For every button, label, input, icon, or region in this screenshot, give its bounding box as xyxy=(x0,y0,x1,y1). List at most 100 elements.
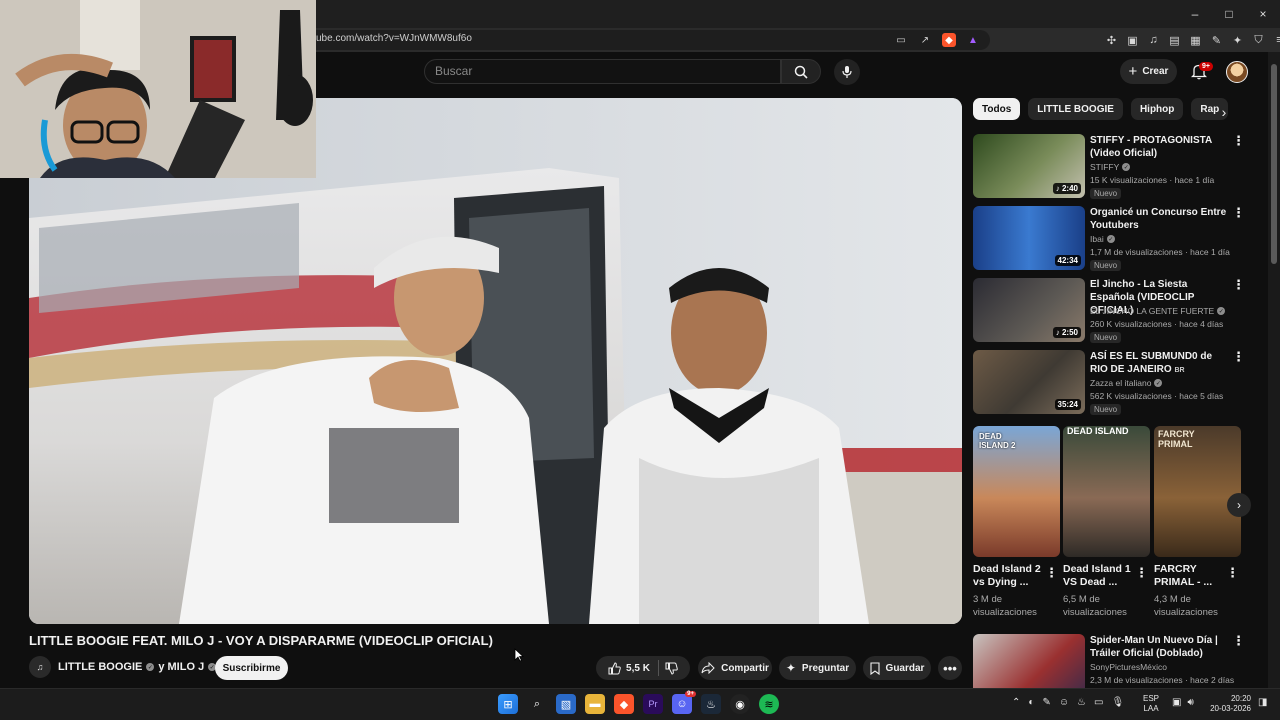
list-item[interactable]: 35:24 ASÍ ES EL SUBMUND0 de RIO DE JANEI… xyxy=(973,350,1258,415)
video-thumbnail[interactable]: ♪ 2:40 xyxy=(973,134,1085,198)
chip-todos[interactable]: Todos xyxy=(973,98,1021,120)
webcam-feed xyxy=(0,0,316,178)
ask-button[interactable]: ✦ Preguntar xyxy=(779,656,856,680)
more-vertical-icon[interactable]: ⋮ xyxy=(1045,565,1058,581)
battery-tray-icon[interactable]: ▭ xyxy=(1094,697,1103,708)
video-thumbnail[interactable]: 35:24 xyxy=(973,350,1085,414)
channel-names[interactable]: LITTLE BOOGIE ✓ y MILO J ✓ xyxy=(58,661,217,673)
puzzle-icon[interactable]: ✣ xyxy=(1105,32,1118,48)
channel-name[interactable]: Zazza el italiano ✓ xyxy=(1090,378,1163,388)
menu-icon[interactable]: ≡ xyxy=(1273,32,1280,48)
page-scrollbar[interactable] xyxy=(1268,52,1280,688)
video-title[interactable]: FARCRY PRIMAL - ... xyxy=(1154,563,1224,589)
save-button[interactable]: Guardar xyxy=(863,656,931,680)
shelf-item[interactable]: FARCRY PRIMAL FARCRY PRIMAL - ... ⋮ 4,3 … xyxy=(1154,426,1241,618)
video-thumbnail[interactable]: FARCRY PRIMAL xyxy=(1154,426,1241,557)
more-vertical-icon[interactable]: ⋮ xyxy=(1232,278,1245,294)
screenshot-icon[interactable]: ▣ xyxy=(1126,32,1139,48)
video-title[interactable]: ASÍ ES EL SUBMUND0 de RIO DE JANEIRO BR xyxy=(1090,350,1230,377)
vpn-icon[interactable]: ⛉ xyxy=(1252,32,1265,48)
channel-name-primary[interactable]: LITTLE BOOGIE xyxy=(58,661,142,673)
video-title[interactable]: Dead Island 1 VS Dead ... xyxy=(1063,563,1133,589)
scrollbar-thumb[interactable] xyxy=(1271,64,1277,264)
sidebar-icon[interactable]: ▤ xyxy=(1168,32,1181,48)
steam-icon[interactable]: ♨ xyxy=(701,694,721,714)
search-input[interactable]: Buscar xyxy=(424,59,781,84)
windows-start-icon[interactable]: ⊞ xyxy=(498,694,518,714)
spotify-icon[interactable]: ≋ xyxy=(759,694,779,714)
music-icon[interactable]: ♫ xyxy=(1147,32,1160,48)
discord-icon[interactable]: ☺ 9+ xyxy=(672,691,696,714)
voice-search-button[interactable] xyxy=(834,59,860,85)
video-thumbnail[interactable]: DEAD ISLAND xyxy=(1063,426,1150,557)
list-item[interactable]: Spider-Man Un Nuevo Día | Tráiler Oficia… xyxy=(973,634,1258,688)
channel-avatar[interactable]: ♫ xyxy=(29,656,51,678)
network-icon[interactable]: ▣ xyxy=(1172,697,1181,708)
like-button[interactable]: 5,5 K xyxy=(608,660,659,676)
channel-name-secondary[interactable]: y MILO J xyxy=(158,661,204,673)
microphone-tray-icon[interactable]: 🎙︎ xyxy=(1111,697,1124,708)
leo-icon[interactable]: ✦ xyxy=(1231,32,1244,48)
video-title[interactable]: Organicé un Concurso Entre Youtubers xyxy=(1090,206,1230,232)
video-thumbnail[interactable]: ♪ 2:50 xyxy=(973,278,1085,342)
app-tray-icon[interactable]: ◐ xyxy=(1028,697,1034,708)
video-title[interactable]: Dead Island 2 vs Dying ... xyxy=(973,563,1043,589)
more-vertical-icon[interactable]: ⋮ xyxy=(1232,206,1245,222)
more-actions-button[interactable]: ••• xyxy=(938,656,962,680)
list-item[interactable]: 42:34 Organicé un Concurso Entre Youtube… xyxy=(973,206,1258,271)
system-clock[interactable]: 20:20 20-03-2026 xyxy=(1205,694,1251,714)
chip-little-boogie[interactable]: LITTLE BOOGIE xyxy=(1028,98,1123,120)
minimize-button[interactable]: – xyxy=(1178,0,1212,28)
steam-tray-icon[interactable]: ♨ xyxy=(1077,697,1086,708)
list-item[interactable]: ♪ 2:50 El Jincho - La Siesta Española (V… xyxy=(973,278,1258,343)
pen-tray-icon[interactable]: ✎ xyxy=(1042,697,1050,708)
gallery-icon[interactable]: ▧ xyxy=(556,694,576,714)
video-title[interactable]: STIFFY - PROTAGONISTA (Video Oficial) xyxy=(1090,134,1230,160)
chevron-up-icon[interactable]: ⌃ xyxy=(1012,697,1020,708)
account-avatar[interactable] xyxy=(1226,61,1248,83)
wallet-icon[interactable]: ▦ xyxy=(1189,32,1202,48)
more-vertical-icon[interactable]: ⋮ xyxy=(1232,134,1245,150)
search-icon[interactable]: ⌕ xyxy=(527,694,547,714)
more-vertical-icon[interactable]: ⋮ xyxy=(1226,565,1239,581)
obs-icon[interactable]: ◉ xyxy=(730,694,750,714)
chevron-right-icon[interactable]: › xyxy=(1214,102,1234,122)
video-thumbnail[interactable]: DEAD ISLAND 2 xyxy=(973,426,1060,557)
search-button[interactable] xyxy=(781,59,821,84)
chip-hiphop[interactable]: Hiphop xyxy=(1130,98,1184,120)
brave-rewards-icon[interactable]: ▲ xyxy=(966,33,980,47)
channel-name[interactable]: SonyPicturesMéxico xyxy=(1090,662,1167,672)
video-title[interactable]: Spider-Man Un Nuevo Día | Tráiler Oficia… xyxy=(1090,634,1230,660)
shelf-item[interactable]: DEAD ISLAND 2 Dead Island 2 vs Dying ...… xyxy=(973,426,1060,618)
channel-name[interactable]: STIFFY ✓ xyxy=(1090,162,1131,172)
subscribe-button[interactable]: Suscribirme xyxy=(215,656,288,680)
channel-name[interactable]: Ibai ✓ xyxy=(1090,234,1115,244)
dislike-button[interactable] xyxy=(665,662,678,675)
input-language[interactable]: ESP LAA xyxy=(1143,694,1159,714)
shelf-next-button[interactable]: › xyxy=(1227,493,1251,517)
share-button[interactable]: Compartir xyxy=(698,656,772,680)
discord-tray-icon[interactable]: ☺ xyxy=(1059,697,1069,708)
video-thumbnail[interactable]: 42:34 xyxy=(973,206,1085,270)
pin-icon[interactable]: ✎ xyxy=(1210,32,1223,48)
more-vertical-icon[interactable]: ⋮ xyxy=(1232,634,1245,650)
create-button[interactable]: + Crear xyxy=(1120,59,1177,84)
shelf-item[interactable]: DEAD ISLAND Dead Island 1 VS Dead ... ⋮ … xyxy=(1063,426,1150,618)
url-text[interactable]: ube.com/watch?v=WJnWMW8uf6o xyxy=(316,33,472,44)
list-item[interactable]: ♪ 2:40 STIFFY - PROTAGONISTA (Video Ofic… xyxy=(973,134,1258,199)
more-vertical-icon[interactable]: ⋮ xyxy=(1232,350,1245,366)
more-vertical-icon[interactable]: ⋮ xyxy=(1135,565,1148,581)
share-page-icon[interactable]: ↗ xyxy=(918,33,932,47)
brave-shield-icon[interactable]: ◆ xyxy=(942,33,956,47)
brave-browser-icon[interactable]: ◆ xyxy=(614,694,634,714)
premiere-icon[interactable]: Pr xyxy=(643,694,663,714)
volume-icon[interactable]: 🔊︎ xyxy=(1187,697,1193,708)
address-bar[interactable]: ube.com/watch?v=WJnWMW8uf6o ▭ ↗ ◆ ▲ xyxy=(300,30,990,50)
video-thumbnail[interactable] xyxy=(973,634,1085,688)
close-button[interactable]: × xyxy=(1246,0,1280,28)
maximize-button[interactable]: □ xyxy=(1212,0,1246,28)
channel-name[interactable]: EL JINCHO LA GENTE FUERTE ✓ xyxy=(1090,306,1226,316)
cast-icon[interactable]: ▭ xyxy=(894,33,908,47)
notification-center-icon[interactable]: ◨ xyxy=(1258,697,1267,708)
file-explorer-icon[interactable]: ▬ xyxy=(585,694,605,714)
